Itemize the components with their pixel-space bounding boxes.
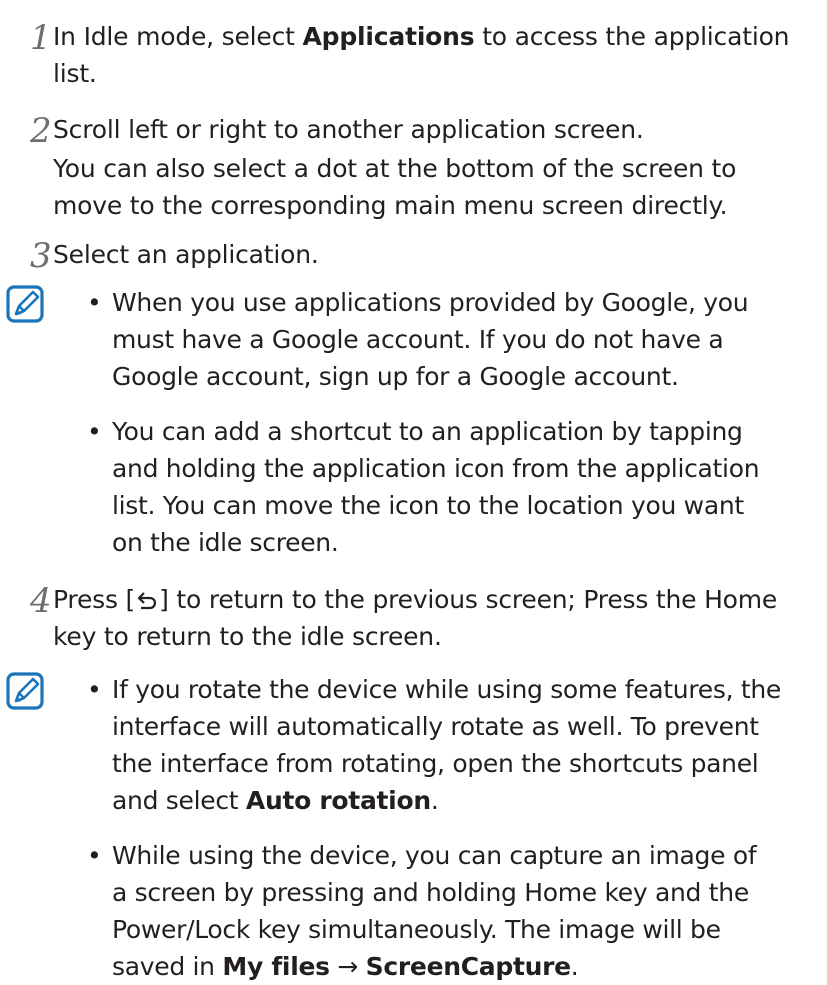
step-text-part: In Idle mode, select <box>53 22 303 51</box>
step-text: Scroll left or right to another applicat… <box>53 115 644 144</box>
step-number: 2 <box>30 111 52 151</box>
menu-label-applications: Applications <box>302 22 475 51</box>
step-text: Press [ ] to return to the previous scre… <box>53 581 823 655</box>
bullet-line: and select <box>112 786 246 815</box>
step-text-part: key to return to the idle screen. <box>53 622 442 651</box>
step-text-part: ] to return to the previous screen; Pres… <box>159 585 778 614</box>
note-bullet: • If you rotate the device while using s… <box>87 671 827 819</box>
step-text: Select an application. <box>53 240 319 269</box>
note-icon <box>6 672 44 710</box>
bullet-line: a screen by pressing and holding Home ke… <box>112 878 749 907</box>
bullet-line: the interface from rotating, open the sh… <box>112 749 759 778</box>
bullet-line: When you use applications provided by Go… <box>112 288 749 317</box>
back-icon <box>138 592 157 610</box>
bullet-line: must have a Google account. If you do no… <box>112 325 724 354</box>
bullet-line: saved in <box>112 952 223 981</box>
bullet-dot: • <box>87 675 102 704</box>
note-bullet: • While using the device, you can captur… <box>87 837 827 985</box>
step-text-part: list. <box>53 59 97 88</box>
step-number: 1 <box>30 18 52 58</box>
manual-page: 1 In Idle mode, select Applications to a… <box>0 0 827 981</box>
setting-label-auto-rotation: Auto rotation <box>245 786 431 815</box>
bullet-line: While using the device, you can capture … <box>112 841 757 870</box>
arrow-separator: → <box>329 952 366 981</box>
bullet-dot: • <box>87 288 102 317</box>
bullet-line: Google account, sign up for a Google acc… <box>112 362 679 391</box>
step-subtext-line: You can also select a dot at the bottom … <box>53 154 737 183</box>
step-subtext: You can also select a dot at the bottom … <box>53 150 823 224</box>
menu-label-my-files: My files <box>222 952 330 981</box>
folder-label-screencapture: ScreenCapture <box>365 952 571 981</box>
step-number: 4 <box>30 581 52 621</box>
note-icon <box>6 285 44 323</box>
step-text-part: to access the application <box>474 22 790 51</box>
bullet-line: and holding the application icon from th… <box>112 454 760 483</box>
bullet-line: interface will automatically rotate as w… <box>112 712 759 741</box>
step-text: In Idle mode, select Applications to acc… <box>53 18 823 92</box>
bullet-dot: • <box>87 417 102 446</box>
bullet-line: . <box>570 952 579 981</box>
bullet-line: If you rotate the device while using som… <box>112 675 782 704</box>
bullet-line: . <box>430 786 439 815</box>
note-bullet: • You can add a shortcut to an applicati… <box>87 413 827 561</box>
bullet-line: list. You can move the icon to the locat… <box>112 491 744 520</box>
bullet-dot: • <box>87 841 102 870</box>
step-number: 3 <box>30 236 52 276</box>
step-subtext-line: move to the corresponding main menu scre… <box>53 191 728 220</box>
step-text-part: Press [ <box>53 585 136 614</box>
note-bullet: • When you use applications provided by … <box>87 284 827 395</box>
bullet-line: You can add a shortcut to an application… <box>112 417 743 446</box>
bullet-line: on the idle screen. <box>112 528 339 557</box>
bullet-line: Power/Lock key simultaneously. The image… <box>112 915 721 944</box>
